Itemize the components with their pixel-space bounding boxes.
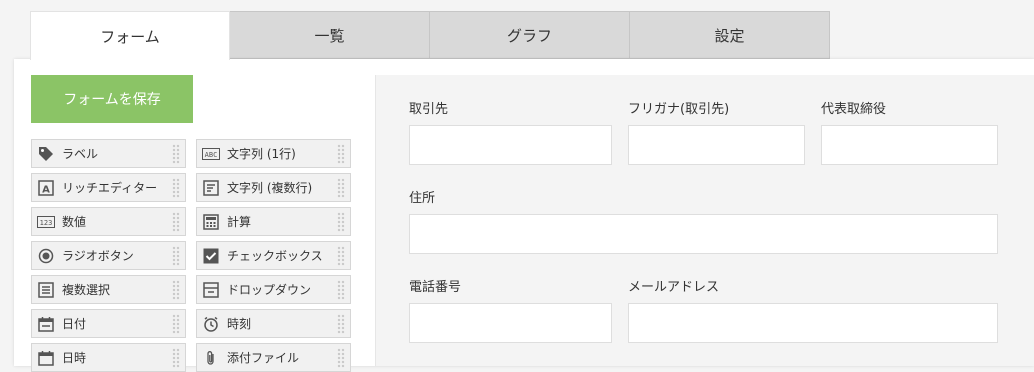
palette-item-multi-line-text[interactable]: 文字列 (複数行) — [196, 173, 351, 202]
field-label-email: メールアドレス — [628, 280, 720, 295]
drag-handle-icon[interactable] — [172, 212, 180, 232]
svg-text:ABC: ABC — [205, 151, 218, 159]
tab-settings-label: 設定 — [714, 26, 745, 45]
palette-item-text: リッチエディター — [62, 181, 158, 195]
drag-handle-icon[interactable] — [172, 178, 180, 198]
multiline-text-icon — [202, 179, 220, 197]
palette-item-date[interactable]: 日付 — [31, 309, 186, 338]
palette-item-radio-button[interactable]: ラジオボタン — [31, 241, 186, 270]
save-form-button-label: フォームを保存 — [63, 92, 161, 108]
phone-input[interactable] — [409, 303, 612, 343]
svg-text:123: 123 — [40, 219, 53, 227]
clock-icon — [202, 315, 220, 333]
drag-handle-icon[interactable] — [172, 348, 180, 368]
abc-icon: ABC — [202, 145, 220, 163]
tab-graph-label: グラフ — [506, 26, 552, 45]
palette-item-text: チェックボックス — [227, 249, 323, 263]
palette-item-text: 複数選択 — [62, 283, 111, 297]
palette-item-rich-editor[interactable]: A リッチエディター — [31, 173, 186, 202]
palette-item-text: 日時 — [62, 351, 87, 365]
representative-input[interactable] — [821, 125, 998, 165]
palette-item-text: ラジオボタン — [62, 249, 134, 263]
drag-handle-icon[interactable] — [172, 246, 180, 266]
tag-icon — [37, 145, 55, 163]
paperclip-icon — [202, 349, 220, 367]
client-furigana-input[interactable] — [628, 125, 805, 165]
field-label-phone: 電話番号 — [409, 280, 462, 295]
tab-list-label: 一覧 — [314, 26, 345, 45]
client-input[interactable] — [409, 125, 612, 165]
radio-button-icon — [37, 247, 55, 265]
palette-item-checkbox[interactable]: チェックボックス — [196, 241, 351, 270]
drag-handle-icon[interactable] — [337, 212, 345, 232]
palette-item-text: 数値 — [62, 215, 87, 229]
tab-form-label: フォーム — [100, 27, 160, 46]
field-label-address: 住所 — [409, 191, 436, 206]
palette-item-attachment[interactable]: 添付ファイル — [196, 343, 351, 372]
palette-item-text: 時刻 — [227, 317, 252, 331]
palette-item-text: 添付ファイル — [227, 351, 300, 365]
address-input[interactable] — [409, 214, 998, 254]
palette-item-text: ドロップダウン — [227, 283, 312, 297]
email-input[interactable] — [628, 303, 998, 343]
palette-item-text: 文字列 (1行) — [227, 147, 296, 161]
multi-select-icon — [37, 281, 55, 299]
tab-bar: フォーム 一覧 グラフ 設定 — [30, 11, 830, 60]
palette-item-text: 計算 — [227, 215, 252, 229]
palette-item-text: ラベル — [62, 147, 99, 161]
number-icon: 123 — [37, 213, 55, 231]
palette-item-dropdown[interactable]: ドロップダウン — [196, 275, 351, 304]
palette-item-label[interactable]: ラベル — [31, 139, 186, 168]
drag-handle-icon[interactable] — [337, 348, 345, 368]
drag-handle-icon[interactable] — [337, 246, 345, 266]
dropdown-icon — [202, 281, 220, 299]
palette-item-single-line-text[interactable]: ABC 文字列 (1行) — [196, 139, 351, 168]
drag-handle-icon[interactable] — [337, 178, 345, 198]
checkbox-icon — [202, 247, 220, 265]
tab-settings[interactable]: 設定 — [630, 11, 830, 59]
tab-form[interactable]: フォーム — [30, 11, 230, 60]
palette-item-multi-select[interactable]: 複数選択 — [31, 275, 186, 304]
tab-graph[interactable]: グラフ — [430, 11, 630, 59]
palette-item-datetime[interactable]: 日時 — [31, 343, 186, 372]
field-label-client-furigana: フリガナ(取引先) — [628, 102, 730, 117]
svg-text:A: A — [42, 184, 50, 195]
palette-item-number[interactable]: 123 数値 — [31, 207, 186, 236]
calculator-icon — [202, 213, 220, 231]
drag-handle-icon[interactable] — [172, 144, 180, 164]
drag-handle-icon[interactable] — [337, 280, 345, 300]
field-label-representative: 代表取締役 — [821, 102, 887, 117]
palette-item-time[interactable]: 時刻 — [196, 309, 351, 338]
drag-handle-icon[interactable] — [337, 144, 345, 164]
palette-item-text: 文字列 (複数行) — [227, 181, 313, 195]
palette-item-calculation[interactable]: 計算 — [196, 207, 351, 236]
drag-handle-icon[interactable] — [172, 280, 180, 300]
rich-editor-icon: A — [37, 179, 55, 197]
palette-item-text: 日付 — [62, 317, 87, 331]
datetime-icon — [37, 349, 55, 367]
drag-handle-icon[interactable] — [337, 314, 345, 334]
tab-list[interactable]: 一覧 — [230, 11, 430, 59]
calendar-icon — [37, 315, 55, 333]
drag-handle-icon[interactable] — [172, 314, 180, 334]
field-label-client: 取引先 — [409, 102, 449, 117]
save-form-button[interactable]: フォームを保存 — [31, 75, 193, 123]
